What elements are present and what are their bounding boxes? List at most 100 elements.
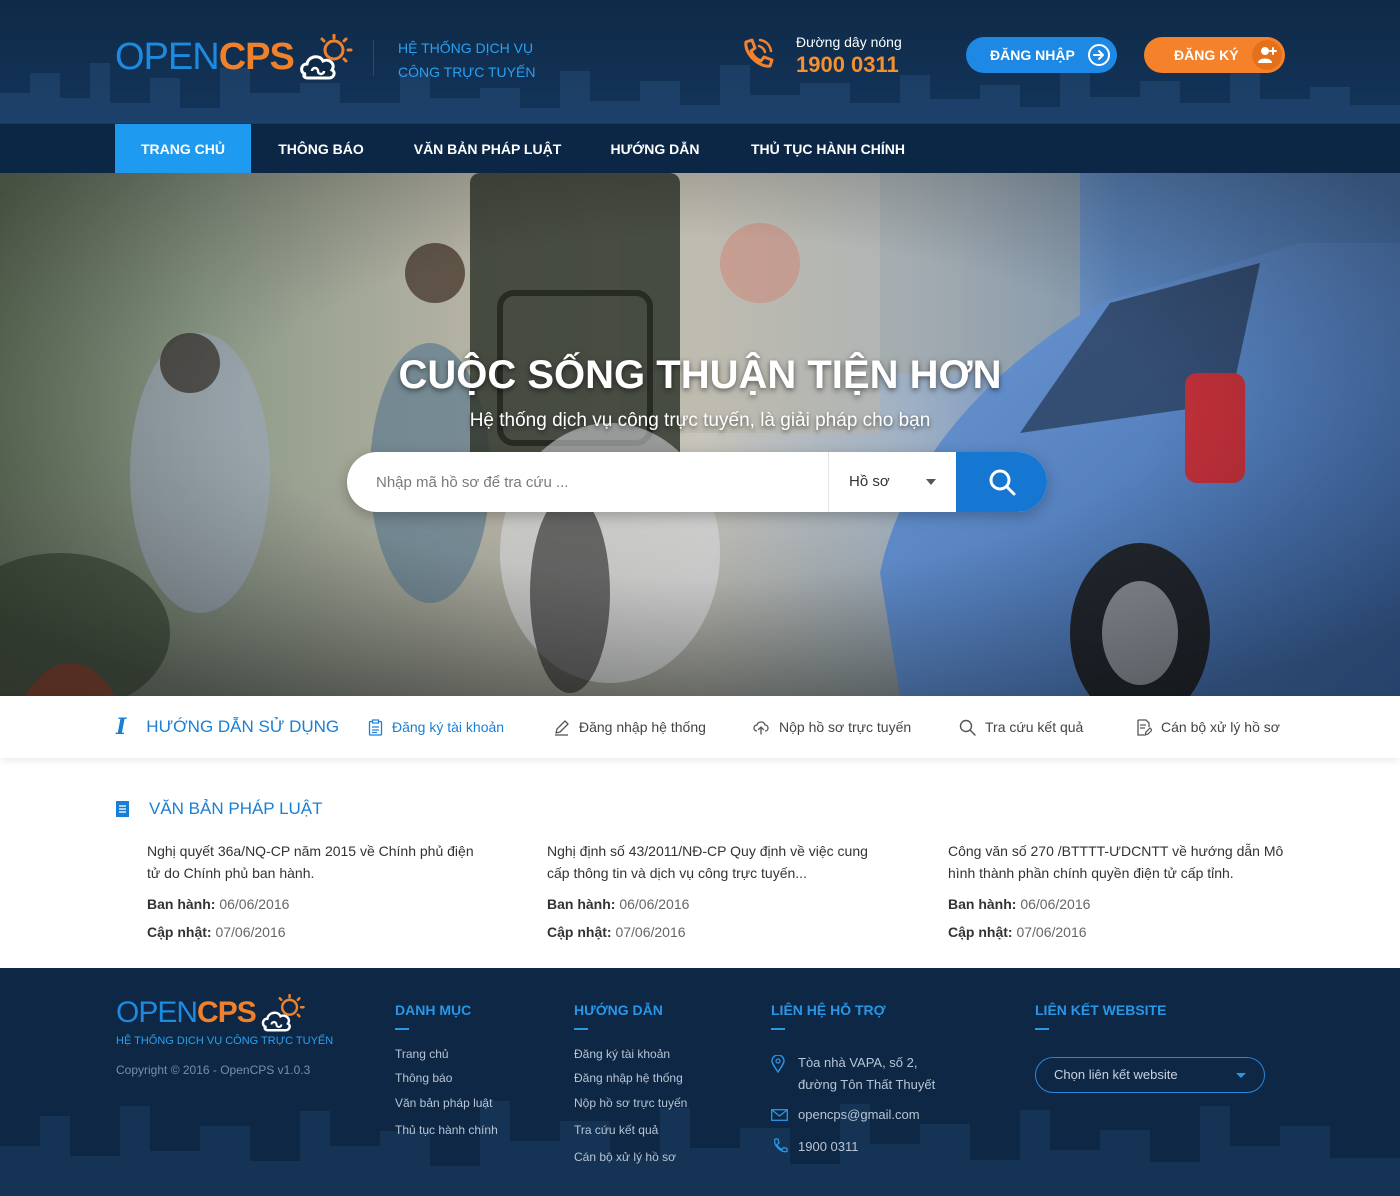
guide-link-login[interactable]: Đăng nhập hệ thống [553, 696, 706, 758]
footer-email[interactable]: opencps@gmail.com [798, 1104, 920, 1126]
cloud-upload-icon [753, 721, 769, 735]
footer-link-legal-documents[interactable]: Văn bản pháp luật [395, 1096, 492, 1110]
footer-guide-title: HƯỚNG DẪN [574, 1002, 663, 1030]
login-button-label: ĐĂNG NHẬP [990, 47, 1075, 63]
tagline-line-1: HỆ THỐNG DỊCH VỤ [398, 40, 534, 56]
footer-phone[interactable]: 1900 0311 [798, 1136, 859, 1158]
footer-logo-open-text: OPEN [116, 996, 198, 1029]
footer-link-login[interactable]: Đăng nhập hệ thống [574, 1071, 683, 1085]
issued-date: 06/06/2016 [619, 896, 690, 912]
usage-guide-title: i HƯỚNG DẪN SỬ DỤNG [116, 696, 339, 758]
legal-document-item: Nghị định số 43/2011/NĐ-CP Quy định về v… [547, 840, 887, 946]
legal-document-item: Nghị quyết 36a/NQ-CP năm 2015 về Chính p… [147, 840, 487, 946]
footer-address: Tòa nhà VAPA, số 2, đường Tôn Thất Thuyế… [798, 1052, 935, 1096]
document-icon [116, 800, 129, 817]
pencil-icon [555, 719, 569, 736]
hotline-number[interactable]: 1900 0311 [796, 52, 899, 78]
issued-date: 06/06/2016 [1020, 896, 1091, 912]
phone-ringing-icon [744, 38, 774, 68]
address-line-1: Tòa nhà VAPA, số 2, [798, 1055, 918, 1070]
issued-label: Ban hành: [147, 896, 216, 912]
hero-subtitle: Hệ thống dịch vụ công trực tuyến, là giả… [469, 410, 931, 431]
address-line-2: đường Tôn Thất Thuyết [798, 1077, 936, 1092]
mail-icon [771, 1109, 788, 1121]
footer-contact-title: LIÊN HỆ HỖ TRỢ [771, 1002, 886, 1030]
guide-link-login-label: Đăng nhập hệ thống [579, 719, 706, 735]
document-edit-icon [1137, 718, 1152, 736]
footer-logo[interactable]: OPEN CPS [116, 994, 306, 1032]
footer-link-announcements[interactable]: Thông báo [395, 1071, 452, 1085]
footer-logo-cps-text: CPS [197, 996, 257, 1029]
legal-document-meta: Ban hành: 06/06/2016 Cập nhật: 07/06/201… [147, 890, 487, 946]
legal-documents-section-title: VĂN BẢN PHÁP LUẬT [116, 799, 323, 819]
hero-banner: CUỘC SỐNG THUẬN TIỆN HƠN Hệ thống dịch v… [0, 173, 1400, 696]
updated-date: 07/06/2016 [215, 924, 286, 940]
search-icon [959, 719, 976, 736]
opencps-logo[interactable]: OPEN CPS [115, 32, 354, 82]
search-button[interactable] [956, 452, 1047, 512]
footer-copyright: Copyright © 2016 - OpenCPS v1.0.3 [116, 1063, 311, 1077]
footer-categories-title: DANH MỤC [395, 1002, 472, 1030]
search-type-select[interactable]: Hồ sơ [828, 452, 956, 512]
cloud-sun-logo-icon [299, 34, 353, 80]
footer-link-admin-procedures[interactable]: Thủ tục hành chính [395, 1123, 498, 1137]
footer-link-lookup-results[interactable]: Tra cứu kết quả [574, 1123, 658, 1137]
register-button-label: ĐĂNG KÝ [1174, 47, 1239, 63]
legal-document-title[interactable]: Nghị định số 43/2011/NĐ-CP Quy định về v… [547, 840, 887, 884]
logo-open-text: OPEN [115, 35, 220, 78]
footer-link-submit-online[interactable]: Nộp hồ sơ trực tuyến [574, 1096, 687, 1110]
footer-link-home[interactable]: Trang chủ [395, 1047, 449, 1061]
guide-link-lookup-results-label: Tra cứu kết quả [985, 719, 1084, 735]
nav-item-home[interactable]: TRANG CHỦ [115, 124, 251, 173]
guide-link-submit-online-label: Nộp hồ sơ trực tuyến [779, 719, 912, 735]
nav-item-announcements[interactable]: THÔNG BÁO [265, 124, 377, 173]
guide-link-lookup-results[interactable]: Tra cứu kết quả [959, 696, 1083, 758]
search-bar: Hồ sơ [347, 452, 1047, 512]
guide-link-staff-processing-label: Cán bộ xử lý hồ sơ [1161, 719, 1280, 735]
footer-link-register[interactable]: Đăng ký tài khoản [574, 1047, 670, 1061]
issued-date: 06/06/2016 [219, 896, 290, 912]
legal-documents-title-text: VĂN BẢN PHÁP LUẬT [149, 799, 323, 818]
legal-document-title[interactable]: Công văn số 270 /BTTTT-ƯDCNTT về hướng d… [948, 840, 1288, 884]
website-links-select[interactable]: Chọn liên kết website [1035, 1057, 1265, 1093]
street-scene-background [0, 173, 1400, 696]
updated-date: 07/06/2016 [1016, 924, 1087, 940]
legal-document-title[interactable]: Nghị quyết 36a/NQ-CP năm 2015 về Chính p… [147, 840, 487, 884]
legal-document-item: Công văn số 270 /BTTTT-ƯDCNTT về hướng d… [948, 840, 1288, 946]
cloud-sun-logo-icon [261, 994, 305, 1032]
clipboard-icon [368, 718, 383, 736]
sign-in-icon [1084, 40, 1114, 70]
website-links-select-value: Chọn liên kết website [1054, 1067, 1178, 1082]
footer-link-staff-processing[interactable]: Cán bộ xử lý hồ sơ [574, 1150, 676, 1164]
hero-title: CUỘC SỐNG THUẬN TIỆN HƠN [398, 353, 1002, 397]
register-button[interactable]: ĐĂNG KÝ [1144, 37, 1285, 73]
legal-document-meta: Ban hành: 06/06/2016 Cập nhật: 07/06/201… [547, 890, 887, 946]
nav-item-admin-procedures[interactable]: THỦ TỤC HÀNH CHÍNH [740, 124, 916, 173]
guide-link-staff-processing[interactable]: Cán bộ xử lý hồ sơ [1136, 696, 1280, 758]
search-icon [989, 469, 1015, 496]
nav-item-legal-documents[interactable]: VĂN BẢN PHÁP LUẬT [405, 124, 570, 173]
phone-icon [774, 1138, 788, 1153]
updated-label: Cập nhật: [547, 924, 612, 940]
hotline-label: Đường dây nóng [796, 34, 902, 50]
issued-label: Ban hành: [547, 896, 616, 912]
guide-link-register[interactable]: Đăng ký tài khoản [368, 696, 504, 758]
footer-tagline: HỆ THỐNG DỊCH VỤ CÔNG TRỰC TUYẾN [116, 1035, 334, 1047]
legal-document-meta: Ban hành: 06/06/2016 Cập nhật: 07/06/201… [948, 890, 1288, 946]
header: OPEN CPS HỆ THỐNG DỊCH VỤ CÔNG TRỰC TUYẾ… [0, 0, 1400, 123]
issued-label: Ban hành: [948, 896, 1017, 912]
nav-item-guide[interactable]: HƯỚNG DẪN [600, 124, 710, 173]
usage-guide-title-text: HƯỚNG DẪN SỬ DỤNG [146, 717, 340, 736]
info-icon: i [116, 714, 127, 740]
login-button[interactable]: ĐĂNG NHẬP [966, 37, 1117, 73]
footer-website-links-title: LIÊN KẾT WEBSITE [1035, 1002, 1167, 1030]
usage-guide-bar: i HƯỚNG DẪN SỬ DỤNG Đăng ký tài khoản Đă… [0, 696, 1400, 758]
updated-date: 07/06/2016 [615, 924, 686, 940]
footer: OPEN CPS HỆ THỐNG DỊCH VỤ CÔNG TRỰC TUYẾ… [0, 968, 1400, 1196]
footer-skyline-decoration [0, 1101, 1400, 1196]
logo-cps-text: CPS [218, 35, 295, 78]
guide-link-submit-online[interactable]: Nộp hồ sơ trực tuyến [752, 696, 911, 758]
search-input[interactable] [347, 452, 828, 512]
add-user-icon [1252, 40, 1282, 70]
search-type-value: Hồ sơ [849, 473, 890, 490]
